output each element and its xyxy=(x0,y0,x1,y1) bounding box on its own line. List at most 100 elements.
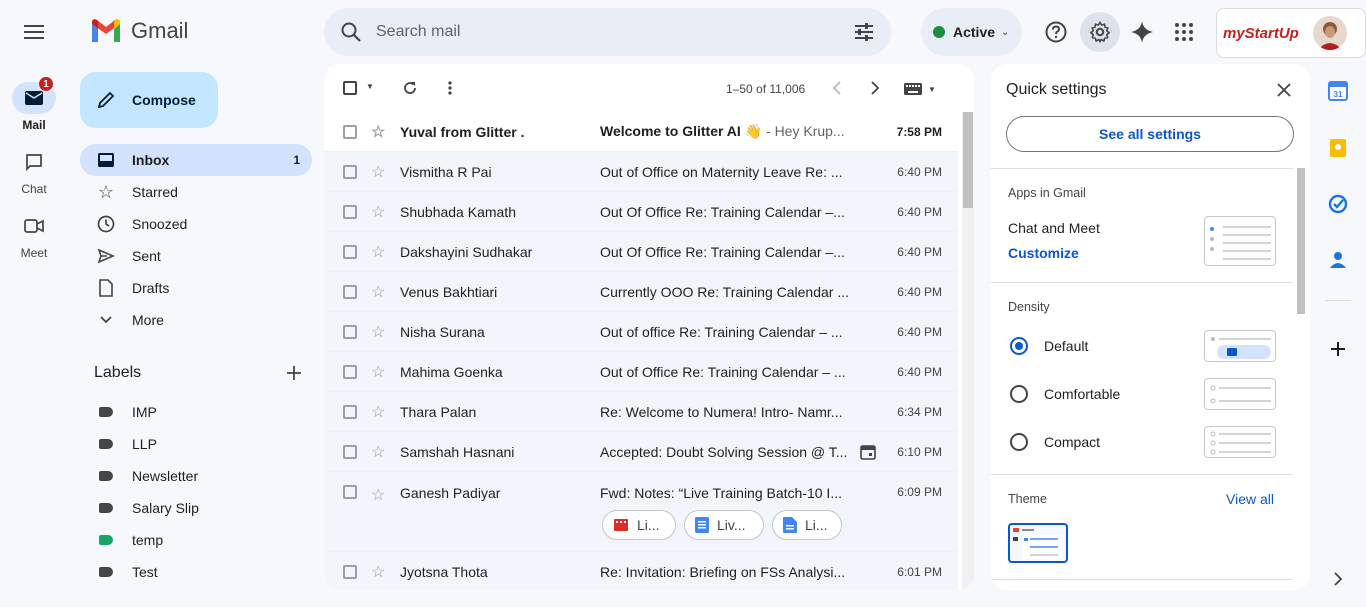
star-icon[interactable]: ☆ xyxy=(371,242,385,262)
attachment-chip[interactable]: Li... xyxy=(602,510,676,540)
list-scrollbar-thumb[interactable] xyxy=(963,112,973,208)
nav-snoozed[interactable]: Snoozed xyxy=(80,208,312,240)
compose-button[interactable]: Compose xyxy=(80,72,218,128)
row-checkbox[interactable] xyxy=(343,564,357,579)
label-llp[interactable]: LLP xyxy=(80,428,312,460)
email-subject: Out Of Office Re: Training Calendar –... xyxy=(600,244,850,260)
get-add-ons-button[interactable] xyxy=(1325,336,1351,362)
row-checkbox[interactable] xyxy=(343,204,357,219)
select-all-checkbox[interactable] xyxy=(343,81,357,95)
status-button[interactable]: Active ⌄ xyxy=(921,8,1022,56)
row-checkbox[interactable] xyxy=(343,444,357,459)
attachment-chip[interactable]: Liv... xyxy=(684,510,764,540)
label-salary-slip[interactable]: Salary Slip xyxy=(80,492,312,524)
list-scrollbar[interactable] xyxy=(962,112,974,590)
older-button[interactable] xyxy=(870,81,880,95)
star-icon[interactable]: ☆ xyxy=(371,362,385,382)
nav-starred[interactable]: ☆ Starred xyxy=(80,176,312,208)
divider xyxy=(991,474,1293,475)
contacts-app-button[interactable] xyxy=(1325,247,1351,273)
newer-button[interactable] xyxy=(832,81,842,95)
account-button[interactable]: myStartUp xyxy=(1216,8,1366,58)
support-button[interactable] xyxy=(1044,20,1068,44)
row-checkbox[interactable] xyxy=(343,364,357,379)
email-row[interactable]: ☆ Dakshayini Sudhakar Out Of Office Re: Tr… xyxy=(324,232,958,272)
keep-app-button[interactable] xyxy=(1325,135,1351,161)
label-imp[interactable]: IMP xyxy=(80,396,312,428)
row-checkbox[interactable] xyxy=(343,324,357,339)
density-comfortable-radio[interactable] xyxy=(1010,385,1028,403)
star-icon[interactable]: ☆ xyxy=(371,485,385,505)
density-compact-radio[interactable] xyxy=(1010,433,1028,451)
density-comfortable-label[interactable]: Comfortable xyxy=(1044,386,1120,402)
email-row[interactable]: ☆ Nisha Surana Out of office Re: Training … xyxy=(324,312,958,352)
add-label-button[interactable] xyxy=(285,364,303,382)
email-row[interactable]: ☆ Samshah Hasnani Accepted: Doubt Solving … xyxy=(324,432,958,472)
email-row[interactable]: ☆ Jyotsna Thota Re: Invitation: Briefing o… xyxy=(324,552,958,590)
settings-button[interactable] xyxy=(1080,12,1120,52)
nav-inbox[interactable]: Inbox 1 xyxy=(80,144,312,176)
see-all-settings-button[interactable]: See all settings xyxy=(1006,116,1294,152)
star-icon[interactable]: ☆ xyxy=(371,402,385,422)
theme-thumbnail-default[interactable] xyxy=(1008,523,1068,563)
email-subject: Out of Office on Maternity Leave Re: ... xyxy=(600,164,850,180)
email-row[interactable]: ☆ Venus Bakhtiari Currently OOO Re: Traini… xyxy=(324,272,958,312)
row-checkbox[interactable] xyxy=(343,404,357,419)
email-row[interactable]: ☆ Mahima Goenka Out of Office Re: Training… xyxy=(324,352,958,392)
row-checkbox[interactable] xyxy=(343,124,357,139)
email-row[interactable]: ☆ Yuval from Glitter . Welcome to Glitter … xyxy=(324,112,958,152)
row-checkbox[interactable] xyxy=(343,485,357,499)
rail-mail[interactable]: 1 Mail xyxy=(0,76,68,132)
input-tools-button[interactable]: ▼ xyxy=(904,83,936,95)
email-subject: Currently OOO Re: Training Calendar ... xyxy=(600,284,850,300)
attachment-chip[interactable]: Li... xyxy=(772,510,842,540)
email-row[interactable]: ☆ Thara Palan Re: Welcome to Numera! Intro… xyxy=(324,392,958,432)
main-menu-button[interactable] xyxy=(22,22,46,42)
gemini-button[interactable] xyxy=(1130,20,1154,44)
close-quick-settings-button[interactable] xyxy=(1277,83,1291,97)
calendar-app-button[interactable]: 31 xyxy=(1325,78,1351,104)
subject-text: Welcome to Glitter AI 👋 xyxy=(600,123,763,139)
search-options-button[interactable] xyxy=(853,22,875,42)
star-icon[interactable]: ☆ xyxy=(371,442,385,462)
density-compact-label[interactable]: Compact xyxy=(1044,434,1100,450)
label-newsletter[interactable]: Newsletter xyxy=(80,460,312,492)
row-checkbox[interactable] xyxy=(343,164,357,179)
gmail-logo[interactable]: Gmail xyxy=(90,18,188,44)
quick-settings-scrollbar[interactable] xyxy=(1297,168,1305,314)
view-all-themes-link[interactable]: View all xyxy=(1226,491,1274,507)
row-checkbox[interactable] xyxy=(343,284,357,299)
email-row[interactable]: ☆ Vismitha R Pai Out of Office on Maternit… xyxy=(324,152,958,192)
search-input[interactable] xyxy=(376,23,853,41)
nav-sent[interactable]: Sent xyxy=(80,240,312,272)
refresh-button[interactable] xyxy=(402,80,418,96)
star-icon[interactable]: ☆ xyxy=(371,202,385,222)
more-options-button[interactable] xyxy=(448,81,452,95)
star-icon[interactable]: ☆ xyxy=(371,282,385,302)
nav-drafts[interactable]: Drafts xyxy=(80,272,312,304)
chevron-left-icon xyxy=(832,81,841,95)
label-test[interactable]: Test xyxy=(80,556,312,588)
contacts-icon xyxy=(1330,252,1346,268)
customize-link[interactable]: Customize xyxy=(1008,245,1079,261)
rail-meet[interactable]: Meet xyxy=(0,210,68,260)
density-default-radio[interactable] xyxy=(1010,337,1028,355)
nav-more[interactable]: More xyxy=(80,304,312,336)
video-camera-icon xyxy=(24,219,44,233)
chat-and-meet-label: Chat and Meet xyxy=(1008,220,1100,236)
email-sender: Mahima Goenka xyxy=(400,363,503,380)
star-icon[interactable]: ☆ xyxy=(371,322,385,342)
hide-side-panel-button[interactable] xyxy=(1325,566,1351,592)
google-apps-button[interactable] xyxy=(1174,22,1194,42)
density-default-label[interactable]: Default xyxy=(1044,338,1088,354)
label-temp[interactable]: temp xyxy=(80,524,312,556)
star-icon[interactable]: ☆ xyxy=(371,162,385,182)
star-icon[interactable]: ☆ xyxy=(371,122,385,142)
row-checkbox[interactable] xyxy=(343,244,357,259)
rail-chat[interactable]: Chat xyxy=(0,146,68,196)
select-dropdown-icon[interactable]: ▼ xyxy=(366,82,374,91)
email-row[interactable]: ☆ Shubhada Kamath Out Of Office Re: Traini… xyxy=(324,192,958,232)
search-bar[interactable] xyxy=(324,8,891,56)
star-icon[interactable]: ☆ xyxy=(371,562,385,582)
tasks-app-button[interactable] xyxy=(1325,191,1351,217)
